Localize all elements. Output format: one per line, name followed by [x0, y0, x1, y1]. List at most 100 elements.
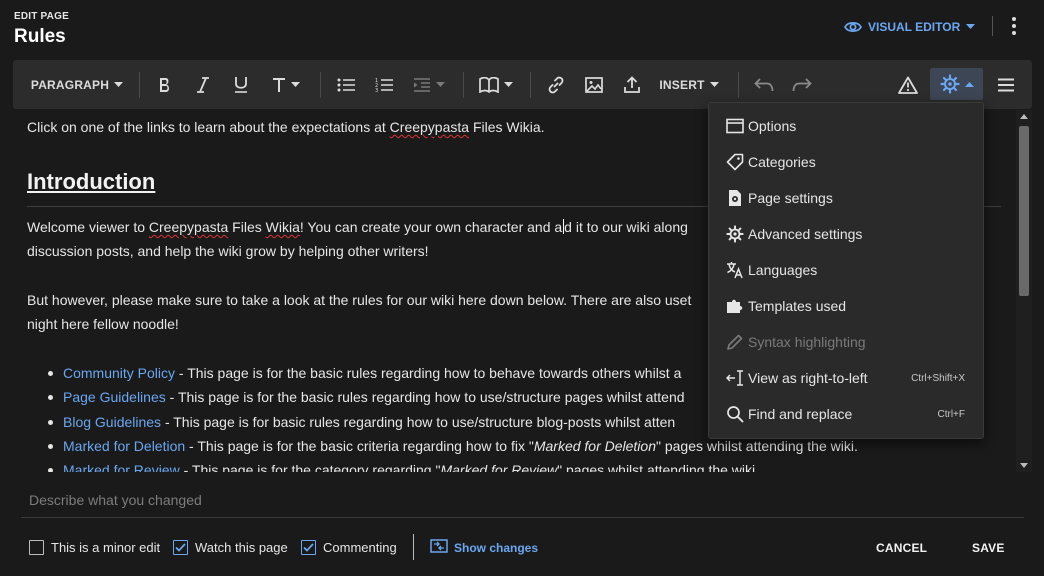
scroll-up-arrow-icon[interactable] — [1020, 114, 1028, 119]
eye-icon — [844, 20, 862, 34]
numbered-list-icon[interactable]: 123 — [372, 60, 396, 109]
chevron-down-icon — [291, 81, 300, 88]
indent-dropdown[interactable] — [411, 60, 447, 109]
text-run: Creepypasta — [148, 219, 229, 235]
bold-icon[interactable] — [153, 60, 177, 109]
footer-divider — [413, 534, 414, 560]
puzzle-icon — [726, 297, 744, 315]
text-run: Marked for Review — [440, 462, 558, 472]
italic-icon[interactable] — [191, 60, 215, 109]
tag-icon — [726, 153, 744, 171]
rules-paragraph-line2: night here fellow noodle! — [27, 316, 179, 332]
menu-item-options[interactable]: Options — [709, 108, 983, 144]
menu-item-find-replace[interactable]: Find and replace Ctrl+F — [709, 396, 983, 432]
commenting-checkbox[interactable]: Commenting — [301, 539, 397, 555]
list-item: Marked for Review - This page is for the… — [63, 462, 759, 472]
menu-item-view-rtl[interactable]: View as right-to-left Ctrl+Shift+X — [709, 360, 983, 396]
list-item: Blog Guidelines - This page is for basic… — [63, 414, 675, 430]
paragraph-format-dropdown[interactable]: PARAGRAPH — [30, 60, 124, 109]
visual-editor-label: VISUAL EDITOR — [868, 20, 961, 34]
bullet-dot — [48, 420, 53, 425]
header-divider — [992, 16, 993, 36]
text-run: " pages whilst attending the wiki. — [557, 462, 760, 472]
menu-item-label: Templates used — [748, 298, 847, 314]
text-run: - This page is for the basic criteria re… — [185, 438, 534, 454]
menu-item-label: Find and replace — [748, 406, 853, 422]
community-policy-link[interactable]: Community Policy — [63, 365, 175, 381]
page-options-menu: Options Categories Page settings Advance… — [708, 102, 984, 439]
editor-scrollbar[interactable] — [1016, 110, 1032, 472]
edit-summary-input[interactable]: Describe what you changed — [29, 492, 202, 508]
menu-item-label: Advanced settings — [748, 226, 863, 242]
page-guidelines-link[interactable]: Page Guidelines — [63, 389, 166, 405]
diff-icon — [430, 539, 448, 556]
chevron-down-icon — [709, 81, 719, 88]
text-style-dropdown[interactable] — [268, 60, 304, 109]
menu-item-shortcut: Ctrl+F — [937, 408, 966, 420]
blog-guidelines-link[interactable]: Blog Guidelines — [63, 414, 161, 430]
svg-text:3: 3 — [375, 88, 378, 92]
scroll-down-arrow-icon[interactable] — [1020, 463, 1028, 468]
cite-dropdown[interactable] — [477, 60, 515, 109]
menu-item-page-settings[interactable]: Page settings — [709, 180, 983, 216]
link-icon[interactable] — [544, 60, 568, 109]
menu-item-categories[interactable]: Categories — [709, 144, 983, 180]
text-run: Wikia — [265, 219, 300, 235]
text-run: - This page is for the basic rules regar… — [165, 389, 685, 405]
list-item: Community Policy - This page is for the … — [63, 365, 681, 381]
text-run: d it to our wiki along — [564, 219, 688, 235]
page-gear-icon — [726, 189, 744, 207]
marked-for-review-link[interactable]: Marked for Review — [63, 462, 180, 472]
insert-label: INSERT — [659, 77, 705, 92]
text-run: ! You can create your own character and … — [299, 219, 563, 235]
chevron-down-icon — [436, 81, 445, 88]
image-icon[interactable] — [582, 60, 606, 109]
menu-item-label: View as right-to-left — [748, 370, 868, 386]
bullet-dot — [48, 395, 53, 400]
minor-edit-label: This is a minor edit — [51, 539, 161, 555]
upload-icon[interactable] — [620, 60, 644, 109]
hamburger-menu-icon[interactable] — [994, 60, 1018, 109]
chevron-down-icon — [966, 24, 976, 30]
intro-paragraph: Click on one of the links to learn about… — [27, 119, 545, 135]
toolbar-divider — [530, 72, 531, 98]
cancel-button[interactable]: CANCEL — [876, 541, 927, 555]
bullet-list-icon[interactable] — [334, 60, 358, 109]
checkbox-box — [29, 539, 44, 555]
toolbar-divider — [320, 72, 321, 98]
chevron-down-icon — [504, 81, 513, 88]
menu-item-syntax-highlighting[interactable]: Syntax highlighting — [709, 324, 983, 360]
menu-item-templates-used[interactable]: Templates used — [709, 288, 983, 324]
minor-edit-checkbox[interactable]: This is a minor edit — [29, 539, 160, 555]
text-run: - This page is for the category regardin… — [179, 462, 441, 472]
bullet-dot — [48, 444, 53, 449]
gear-icon — [726, 225, 744, 243]
section-heading: Introduction — [27, 169, 156, 194]
gear-icon — [939, 74, 960, 94]
marked-for-deletion-link[interactable]: Marked for Deletion — [63, 438, 185, 454]
indent-icon — [413, 77, 431, 92]
visual-editor-button[interactable]: VISUAL EDITOR — [844, 17, 976, 37]
menu-item-languages[interactable]: Languages — [709, 252, 983, 288]
show-changes-button[interactable]: Show changes — [430, 539, 538, 556]
page-options-dropdown[interactable] — [930, 68, 983, 100]
list-item: Page Guidelines - This page is for the b… — [63, 389, 685, 405]
welcome-paragraph-line2: discussion posts, and help the wiki grow… — [27, 243, 429, 259]
more-options-icon[interactable] — [1004, 14, 1024, 38]
toolbar-divider — [463, 72, 464, 98]
watch-page-checkbox[interactable]: Watch this page — [173, 539, 288, 555]
bullet-dot — [48, 468, 53, 472]
page-title: Rules — [14, 26, 66, 47]
toolbar-divider — [139, 72, 140, 98]
toolbar-divider — [738, 72, 739, 98]
book-icon — [479, 76, 499, 93]
text-run: Click on one of the links to learn about… — [27, 119, 390, 135]
edit-page-label: EDIT PAGE — [14, 11, 69, 22]
text-run: Creepypasta — [389, 119, 470, 135]
save-button[interactable]: SAVE — [972, 541, 1005, 555]
underline-icon[interactable] — [229, 60, 253, 109]
watch-page-label: Watch this page — [195, 539, 288, 555]
menu-item-advanced-settings[interactable]: Advanced settings — [709, 216, 983, 252]
text-style-icon — [272, 77, 286, 93]
scrollbar-thumb[interactable] — [1019, 126, 1029, 296]
